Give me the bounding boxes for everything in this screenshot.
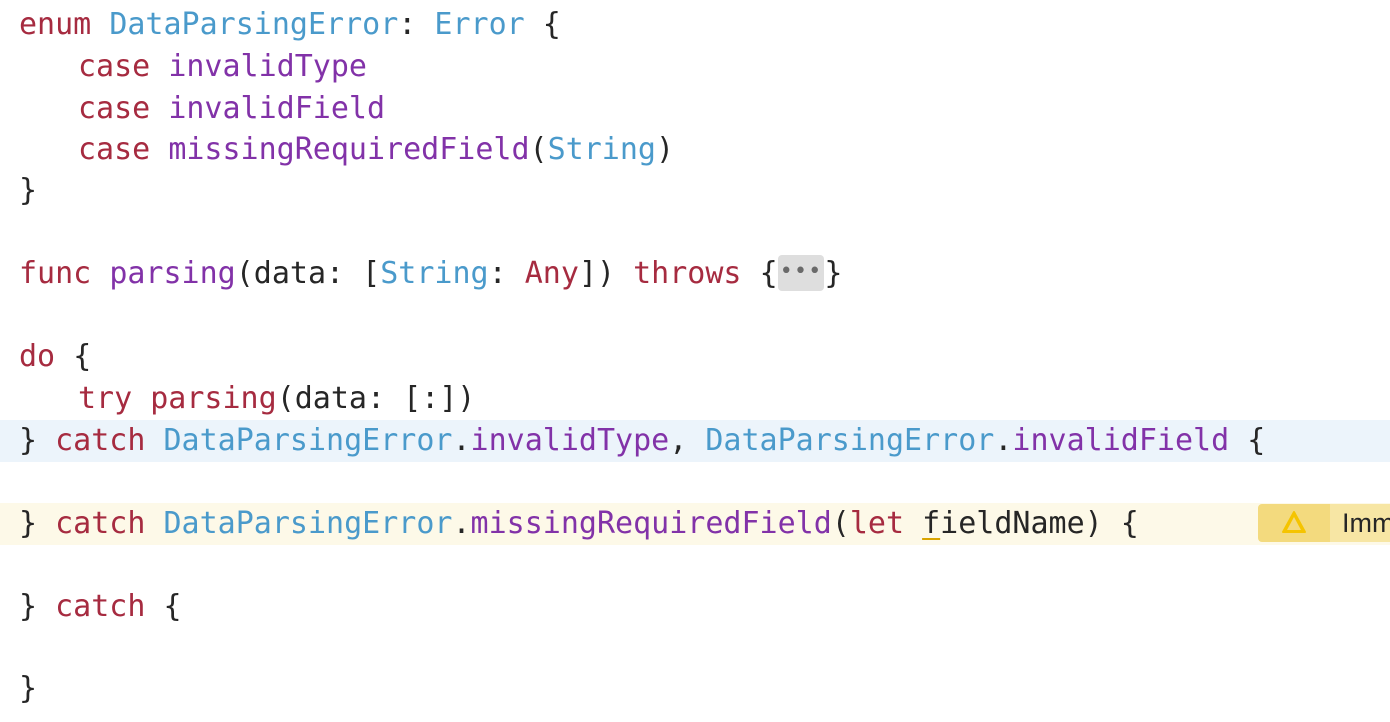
dot: . [994,423,1013,458]
protocol-name: Error [434,7,525,42]
case-name: invalidField [1012,423,1230,458]
code-line-do[interactable]: do { [0,336,1390,378]
keyword-let: let [849,506,905,541]
error-type: DataParsingError [163,506,453,541]
type-name: DataParsingError [109,7,399,42]
code-line-catch-missing-field[interactable]: } catch DataParsingError.missingRequired… [0,503,1390,545]
case-name: invalidType [168,49,367,84]
code-line-final-close[interactable]: } [0,668,1390,710]
value-type: Any [524,256,579,291]
keyword-func: func [19,256,92,291]
keyword-catch: catch [55,506,146,541]
binding-name-rest: ieldName [940,506,1085,541]
keyword-do: do [19,339,56,374]
keyword-throws: throws [633,256,742,291]
params-open: (data: [ [235,256,381,291]
punctuation-colon: : [398,7,417,42]
close-brace: } [824,256,843,291]
open-brace: { [542,7,561,42]
keyword-catch: catch [55,423,146,458]
error-type: DataParsingError [705,423,995,458]
comma: , [669,423,688,458]
function-name: parsing [109,256,236,291]
close-brace: } [19,671,38,706]
code-line-case-invalid-type[interactable]: case invalidType [0,46,1390,88]
code-line-try[interactable]: try parsing(data: [:]) [0,378,1390,420]
keyword-catch: catch [55,589,146,624]
warning-icon-box[interactable] [1258,504,1330,542]
code-line-catch-all[interactable]: } catch { [0,586,1390,628]
warned-binding-first-char[interactable]: f [922,506,940,541]
open-brace: { [163,589,182,624]
code-line-enum-close[interactable]: } [0,170,1390,212]
close-brace: } [19,506,38,541]
close-and-open-brace: ) { [1084,506,1139,541]
keyword-case: case [78,91,151,126]
close-brace: } [19,173,38,208]
associated-type: String [547,132,656,167]
keyword-enum: enum [19,7,92,42]
code-editor[interactable]: enum DataParsingError: Error { case inva… [0,0,1390,722]
keyword-case: case [78,132,151,167]
error-type: DataParsingError [163,423,453,458]
code-line-case-invalid-field[interactable]: case invalidField [0,88,1390,130]
function-call: parsing [150,381,277,416]
close-paren: ) [655,132,675,167]
open-brace: { [1247,423,1266,458]
code-line-enum-decl[interactable]: enum DataParsingError: Error { [0,4,1390,46]
case-name: invalidType [470,423,670,458]
warning-message: Imm [1342,508,1390,538]
code-line-func-decl[interactable]: func parsing(data: [String: Any]) throws… [0,253,1390,295]
open-brace: { [73,339,92,374]
key-type: String [380,256,489,291]
params-close: ]) [578,256,616,291]
open-paren: ( [831,506,850,541]
close-brace: } [19,423,38,458]
code-line-catch-invalid-cases[interactable]: } catch DataParsingError.invalidType, Da… [0,420,1390,462]
type-separator: : [488,256,525,291]
code-line-case-missing-required-field[interactable]: case missingRequiredField(String) [0,129,1390,171]
case-name: invalidField [168,91,386,126]
dot: . [452,506,471,541]
keyword-case: case [78,49,151,84]
close-brace: } [19,589,38,624]
warning-triangle-icon [1282,511,1306,533]
case-name: missingRequiredField [168,132,530,167]
open-brace: { [759,256,778,291]
dot: . [452,423,471,458]
case-name: missingRequiredField [470,506,832,541]
open-paren: ( [529,132,548,167]
call-arguments: (data: [:]) [276,381,476,416]
folded-code-badge[interactable]: ••• [777,254,825,291]
inline-warning[interactable]: Imm [1258,504,1390,542]
keyword-try: try [78,381,133,416]
